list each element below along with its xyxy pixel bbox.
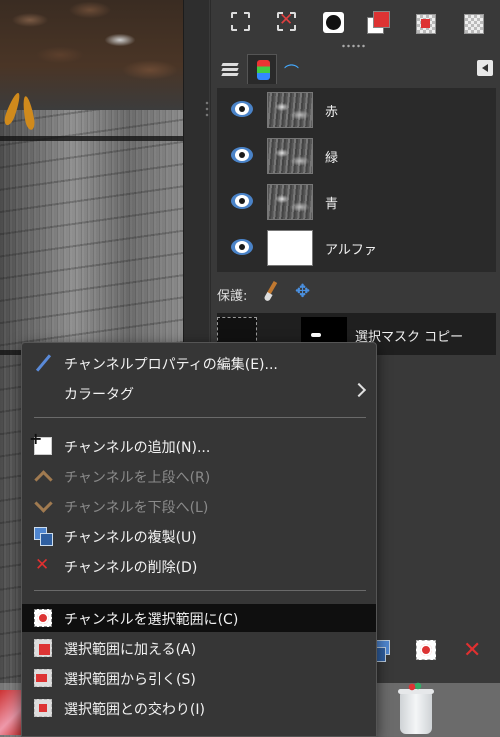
channel-list: 赤 緑 青 アルファ (217, 88, 496, 272)
tab-paths[interactable]: ⌒ (279, 54, 309, 84)
menu-separator (34, 590, 366, 591)
tab-menu-button[interactable] (477, 60, 493, 76)
menu-item-raise-channel: チャンネルを上段へ(R) (22, 462, 376, 490)
menu-item-label: 選択範囲との交わり(I) (64, 702, 205, 718)
menu-item-label: 選択範囲から引く(S) (64, 672, 196, 688)
menu-item-label: 選択範囲に加える(A) (64, 642, 197, 658)
lock-position-move-icon[interactable]: ✥ (295, 281, 310, 302)
eye-icon[interactable] (231, 101, 253, 117)
intersect-selection-icon (34, 699, 52, 717)
new-channel-icon (29, 429, 52, 455)
channel-to-selection-button[interactable] (416, 640, 438, 662)
menu-item-add-channel[interactable]: チャンネルの追加(N)... (22, 429, 376, 460)
menu-separator (34, 417, 366, 418)
channel-thumbnail (267, 184, 313, 220)
delete-icon (34, 555, 52, 575)
eye-icon[interactable] (231, 147, 253, 163)
channel-name: 緑 (325, 151, 339, 166)
menu-item-intersect-selection[interactable]: 選択範囲との交わり(I) (22, 694, 376, 722)
duplicate-icon (34, 527, 53, 546)
select-all-icon[interactable] (228, 9, 254, 35)
menu-item-label: チャンネルの削除(D) (64, 560, 198, 576)
channel-to-selection-icon (34, 609, 52, 627)
dock-app-icon[interactable] (0, 690, 22, 735)
paths-icon: ⌒ (284, 63, 300, 81)
paint-selection-icon[interactable] (461, 9, 487, 35)
channel-thumbnail (267, 230, 313, 266)
invert-selection-icon[interactable] (320, 9, 346, 35)
subtract-from-selection-icon (34, 669, 52, 687)
menu-item-delete-channel[interactable]: チャンネルの削除(D) (22, 552, 376, 580)
eye-icon[interactable] (231, 239, 253, 255)
tool-options-row: ✕ (211, 0, 500, 42)
menu-item-label: チャンネルプロパティの編集(E)... (64, 357, 278, 373)
lock-label: 保護: (217, 289, 248, 304)
layers-icon (221, 61, 239, 77)
tab-layers[interactable] (215, 54, 245, 84)
menu-item-subtract-from-selection[interactable]: 選択範囲から引く(S) (22, 664, 376, 692)
add-to-selection-icon (34, 639, 52, 657)
menu-item-label: カラータグ (64, 387, 134, 403)
eye-icon[interactable] (231, 193, 253, 209)
stroke-selection-icon[interactable] (413, 9, 439, 35)
selection-to-channel-icon[interactable] (365, 9, 391, 35)
delete-channel-button[interactable]: ✕ (463, 638, 485, 663)
pencil-icon (34, 354, 52, 372)
select-none-icon[interactable]: ✕ (274, 9, 300, 35)
channel-name: 赤 (325, 105, 339, 120)
panel-grip-icon[interactable] (341, 44, 367, 48)
channel-row-blue[interactable]: 青 (217, 180, 496, 226)
menu-item-edit-properties[interactable]: チャンネルプロパティの編集(E)... (22, 349, 376, 377)
channel-row-red[interactable]: 赤 (217, 88, 496, 134)
arrow-down-icon (34, 497, 52, 515)
tab-channels[interactable] (247, 54, 277, 84)
menu-item-channel-to-selection[interactable]: チャンネルを選択範囲に(C) (22, 604, 376, 632)
menu-item-add-to-selection[interactable]: 選択範囲に加える(A) (22, 634, 376, 662)
channel-context-menu: チャンネルプロパティの編集(E)... カラータグ チャンネルの追加(N)...… (21, 342, 377, 737)
channel-row-alpha[interactable]: アルファ (217, 226, 496, 272)
canvas-bark-area (0, 0, 183, 110)
channel-row-green[interactable]: 緑 (217, 134, 496, 180)
channel-name: アルファ (325, 243, 377, 258)
menu-item-label: チャンネルを上段へ(R) (64, 470, 211, 486)
dock-grip-icon[interactable] (205, 100, 209, 118)
channel-name: 青 (325, 197, 339, 212)
menu-item-label: チャンネルの複製(U) (64, 530, 197, 546)
menu-item-label: チャンネルを選択範囲に(C) (64, 612, 239, 628)
menu-item-color-tag[interactable]: カラータグ (22, 379, 376, 407)
menu-item-lower-channel: チャンネルを下段へ(L) (22, 492, 376, 520)
arrow-up-icon (34, 467, 52, 485)
chevron-right-icon (351, 382, 367, 398)
channel-thumbnail (267, 92, 313, 128)
channel-thumbnail (267, 138, 313, 174)
menu-item-duplicate-channel[interactable]: チャンネルの複製(U) (22, 522, 376, 550)
trash-icon[interactable] (398, 682, 434, 734)
lock-pixels-brush-icon[interactable] (261, 280, 281, 303)
menu-item-label: チャンネルの追加(N)... (64, 440, 211, 456)
dock-tabs: ⌒ (211, 52, 500, 86)
canvas-board-gap (0, 136, 183, 141)
menu-item-label: チャンネルを下段へ(L) (64, 500, 209, 516)
channels-icon (257, 60, 270, 80)
